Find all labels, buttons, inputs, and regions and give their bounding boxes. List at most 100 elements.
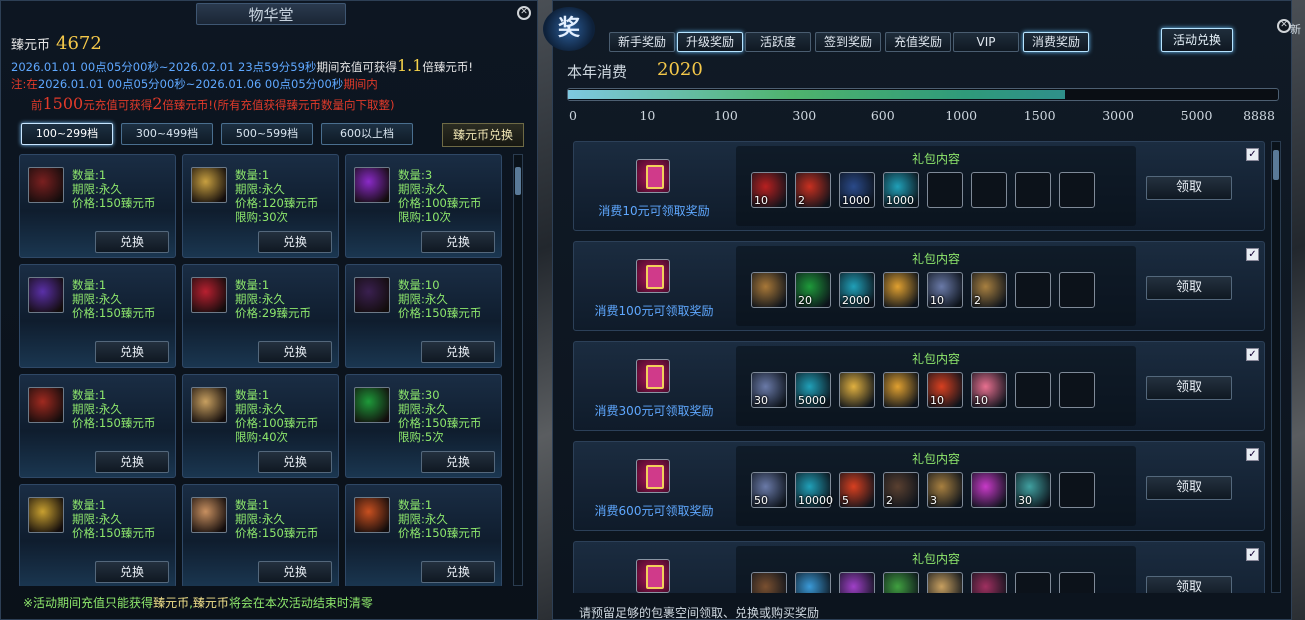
claim-button[interactable]: 领取 [1146,276,1232,300]
tab-signin-reward[interactable]: 签到奖励 [815,32,881,52]
reward-item-slot[interactable]: 50 [751,472,787,508]
item-icon[interactable] [28,387,64,423]
shop-item-card: 数量:1 期限:永久 价格:100臻元币 限购:40次 兑换 [182,374,339,478]
reward-scrollbar[interactable] [1271,141,1281,593]
reward-item-slot[interactable] [971,572,1007,593]
reward-item-slot[interactable]: 5000 [795,372,831,408]
exchange-button[interactable]: 兑换 [95,451,169,473]
tab-levelup-reward[interactable]: 升级奖励 [677,32,743,52]
checkbox-icon[interactable]: ✓ [1246,248,1259,261]
gift-box-icon[interactable] [636,459,670,493]
exchange-button[interactable]: 兑换 [421,561,495,583]
checkbox-icon[interactable]: ✓ [1246,148,1259,161]
exchange-button[interactable]: 兑换 [421,341,495,363]
exchange-button[interactable]: 兑换 [421,451,495,473]
exchange-button[interactable]: 兑换 [258,561,332,583]
checkbox-icon[interactable]: ✓ [1246,448,1259,461]
exchange-button[interactable]: 兑换 [95,231,169,253]
tab-recharge-reward[interactable]: 充值奖励 [885,32,951,52]
reward-scrollbar-thumb[interactable] [1273,150,1279,180]
reward-item-slot[interactable]: 10 [751,172,787,208]
tab-newbie-reward[interactable]: 新手奖励 [609,32,675,52]
tab-consume-reward[interactable]: 消费奖励 [1023,32,1089,52]
gift-box-icon[interactable] [636,259,670,293]
close-icon[interactable]: ✕ [517,6,531,20]
promo-line-2: 注:在2026.01.01 00点05分00秒~2026.01.06 00点05… [11,76,378,92]
tab-100-299[interactable]: 100~299档 [21,123,113,145]
reward-item-slot[interactable]: 2000 [839,272,875,308]
item-icon[interactable] [191,167,227,203]
slot-quantity: 2 [886,494,893,507]
tab-300-499[interactable]: 300~499档 [121,123,213,145]
gift-box-icon[interactable] [636,359,670,393]
reward-item-slot[interactable]: 1000 [883,172,919,208]
item-icon[interactable] [191,497,227,533]
reward-item-slot[interactable]: 10 [927,372,963,408]
reward-item-slot[interactable]: 10 [971,372,1007,408]
close-icon[interactable]: ✕ [1277,19,1291,33]
reward-item-slot[interactable]: 2 [795,172,831,208]
reward-item-slot[interactable] [971,472,1007,508]
reward-item-slot[interactable] [883,372,919,408]
item-info-line: 数量:3 [398,168,433,182]
claim-button[interactable]: 领取 [1146,376,1232,400]
reward-item-slot[interactable] [839,372,875,408]
checkbox-icon[interactable]: ✓ [1246,348,1259,361]
shop-scrollbar[interactable] [513,154,523,586]
reward-item-slot[interactable]: 30 [1015,472,1051,508]
exchange-button[interactable]: 兑换 [95,561,169,583]
exchange-button[interactable]: 兑换 [95,341,169,363]
tab-activity[interactable]: 活跃度 [745,32,811,52]
reward-item-slot[interactable] [795,572,831,593]
claim-button[interactable]: 领取 [1146,176,1232,200]
reward-item-slot[interactable]: 1000 [839,172,875,208]
slot-quantity: 5000 [798,394,826,407]
empty-slot [1015,372,1051,408]
tab-500-599[interactable]: 500~599档 [221,123,313,145]
item-icon[interactable] [28,497,64,533]
reward-item-slot[interactable] [839,572,875,593]
tab-vip[interactable]: VIP [953,32,1019,52]
shop-scrollbar-thumb[interactable] [515,167,521,195]
item-info-line: 期限:永久 [235,292,285,306]
slot-quantity: 10 [754,194,768,207]
item-icon[interactable] [28,167,64,203]
reward-item-slot[interactable]: 5 [839,472,875,508]
reward-item-slot[interactable]: 30 [751,372,787,408]
item-info-line: 数量:1 [72,168,107,182]
reward-item-slot[interactable]: 2 [883,472,919,508]
gift-box-icon[interactable] [636,559,670,593]
reward-item-slot[interactable] [883,272,919,308]
reward-item-slot[interactable]: 10000 [795,472,833,508]
item-icon[interactable] [354,167,390,203]
item-icon[interactable] [354,277,390,313]
item-icon[interactable] [28,277,64,313]
exchange-button[interactable]: 兑换 [421,231,495,253]
checkbox-icon[interactable]: ✓ [1246,548,1259,561]
item-icon[interactable] [354,497,390,533]
reward-item-slot[interactable] [751,572,787,593]
exchange-button[interactable]: 兑换 [258,231,332,253]
claim-button[interactable]: 领取 [1146,476,1232,500]
claim-button[interactable]: 领取 [1146,576,1232,593]
reward-item-slot[interactable]: 10 [927,272,963,308]
reward-item-slot[interactable] [927,572,963,593]
reward-item-slot[interactable] [883,572,919,593]
reward-item-slot[interactable]: 20 [795,272,831,308]
activity-exchange-button[interactable]: 活动兑换 [1161,28,1233,52]
progress-tick-label: 5000 [1180,108,1213,123]
item-icon[interactable] [191,387,227,423]
item-icon[interactable] [354,387,390,423]
reward-item-slot[interactable]: 2 [971,272,1007,308]
reward-item-slot[interactable]: 3 [927,472,963,508]
item-icon[interactable] [191,277,227,313]
tab-600-plus[interactable]: 600以上档 [321,123,413,145]
reward-item-slot[interactable] [751,272,787,308]
coin-exchange-button[interactable]: 臻元币兑换 [442,123,524,147]
item-info: 数量:1 期限:永久 价格:150臻元币 [398,498,481,540]
exchange-button[interactable]: 兑换 [258,341,332,363]
gift-box-icon[interactable] [636,159,670,193]
consume-progress-fill [568,90,1065,99]
exchange-button[interactable]: 兑换 [258,451,332,473]
shop-item-card: 数量:1 期限:永久 价格:150臻元币 兑换 [182,484,339,586]
